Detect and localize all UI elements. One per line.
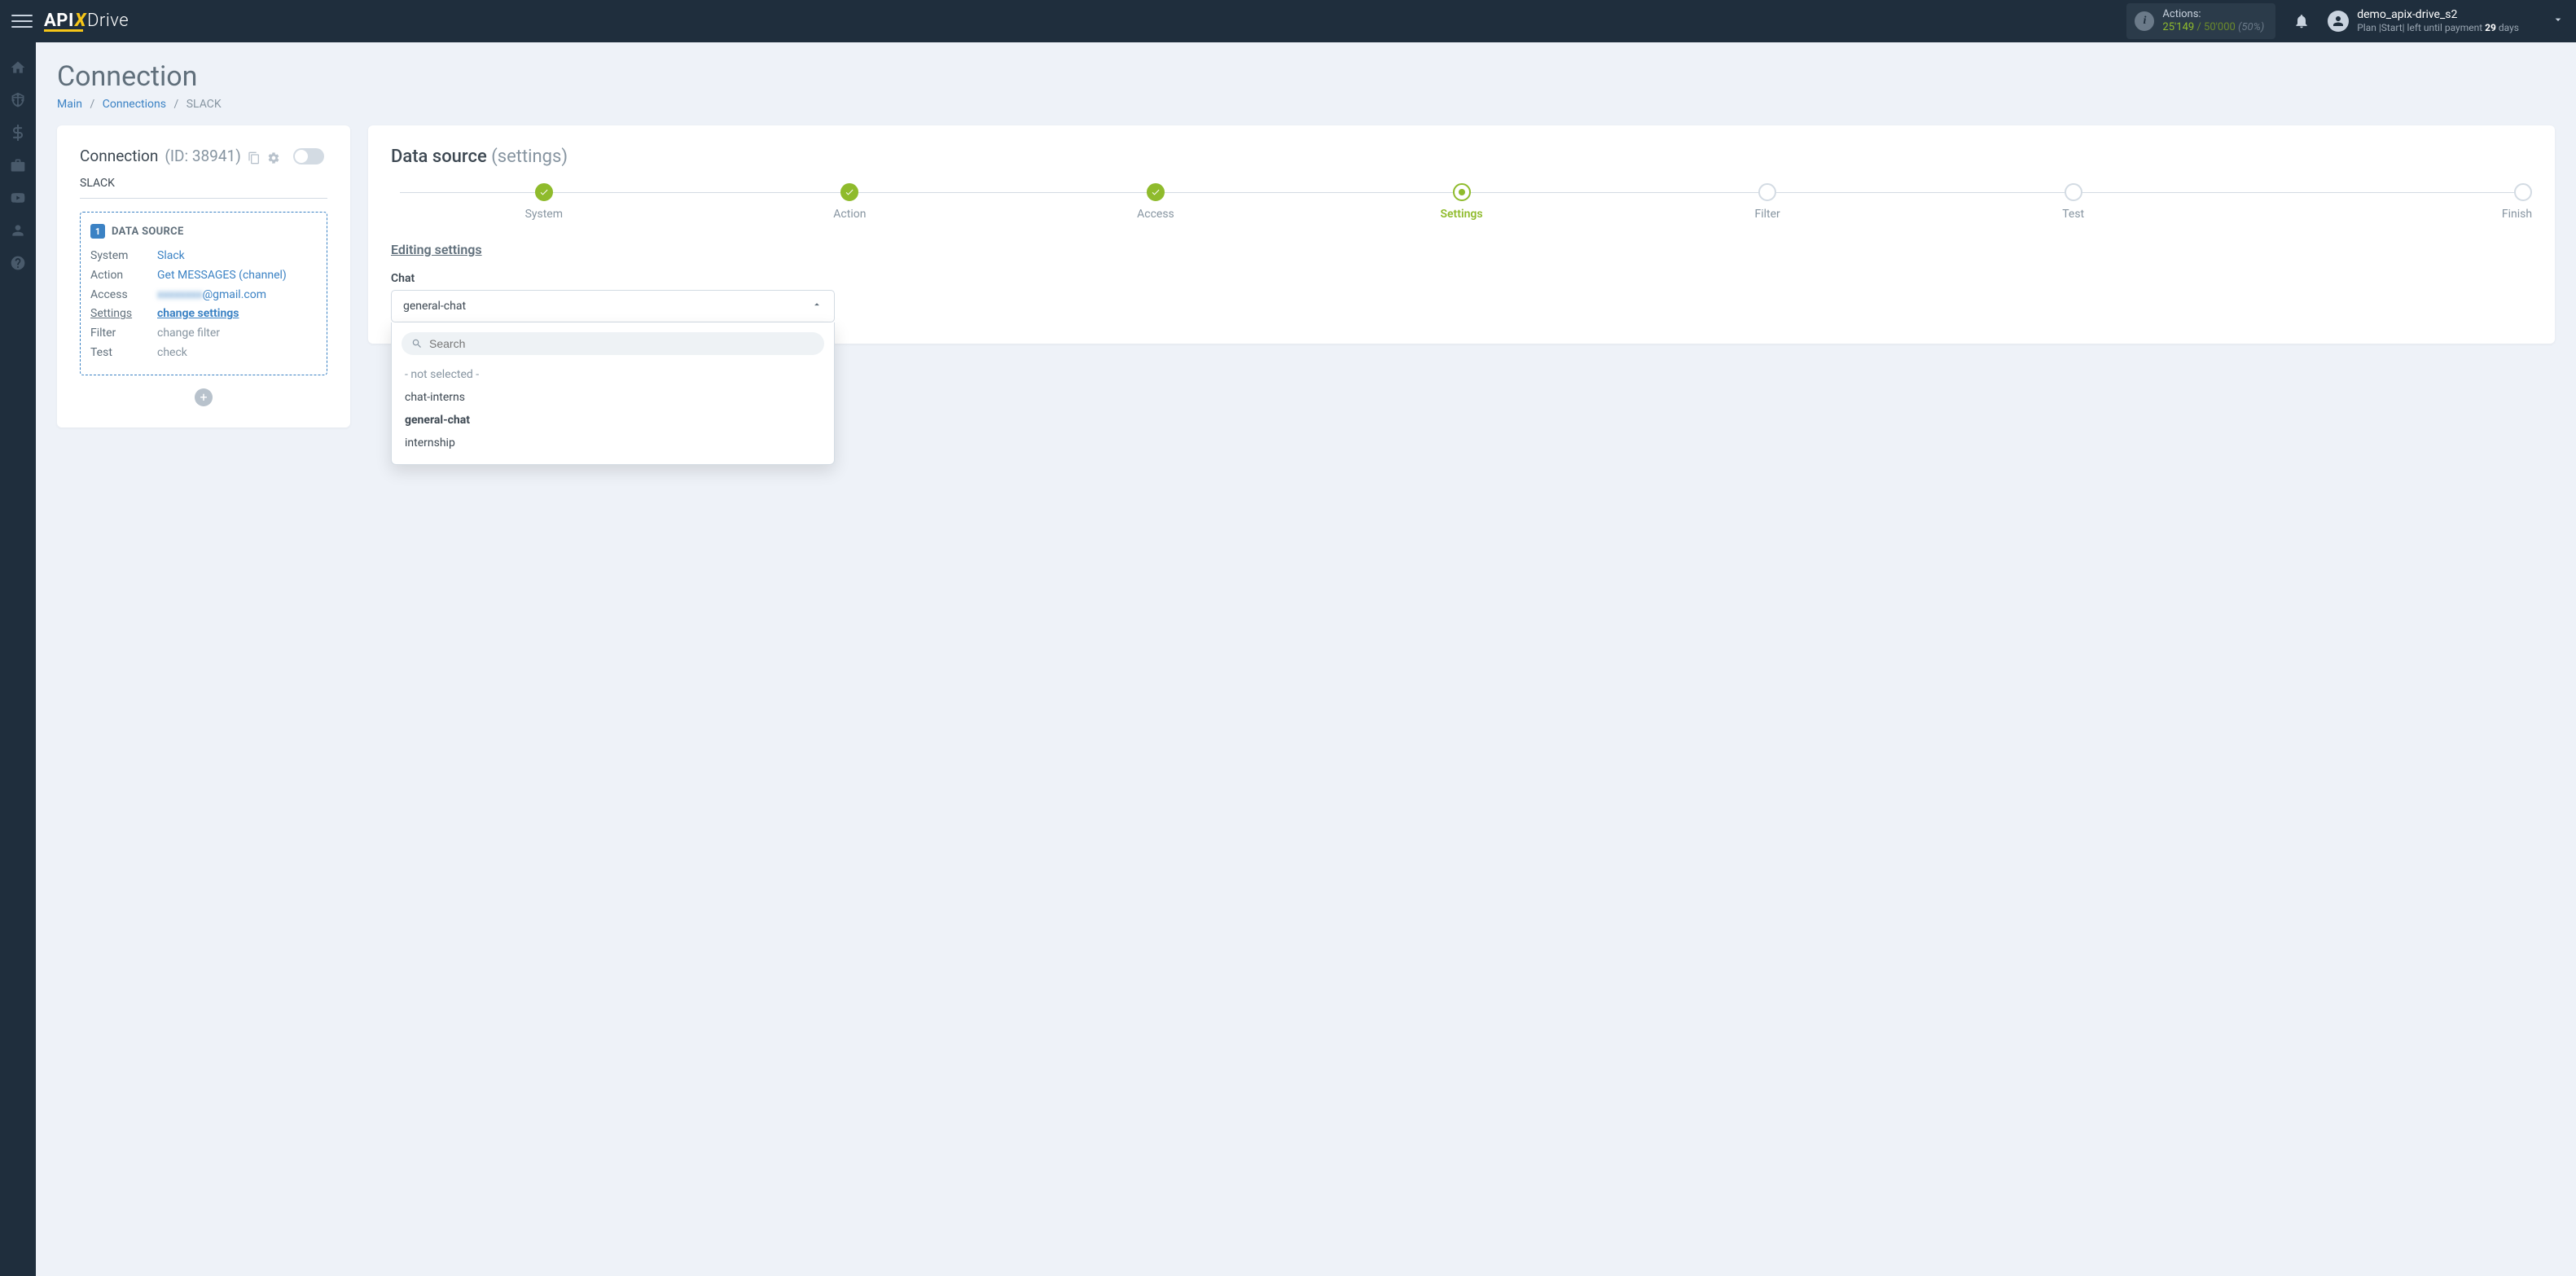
actions-counter[interactable]: i Actions: 25'149 / 50'000 (50%) bbox=[2126, 3, 2275, 38]
step-label: Settings bbox=[1309, 208, 1615, 221]
ds-action-link[interactable]: Get MESSAGES (channel) bbox=[157, 266, 287, 286]
settings-card: Data source (settings) SystemActionAcces… bbox=[368, 125, 2555, 344]
copy-icon[interactable] bbox=[248, 150, 261, 163]
stepper: SystemActionAccessSettingsFilterTestFini… bbox=[391, 183, 2532, 221]
step-label: System bbox=[391, 208, 697, 221]
connection-id: (ID: 38941) bbox=[165, 147, 240, 165]
chevron-down-icon[interactable] bbox=[2519, 13, 2565, 29]
dropdown-option[interactable]: internship bbox=[402, 432, 824, 454]
actions-label: Actions: bbox=[2162, 8, 2264, 21]
breadcrumb-main[interactable]: Main bbox=[57, 98, 82, 111]
page-title: Connection bbox=[57, 60, 2555, 93]
briefcase-icon[interactable] bbox=[9, 156, 27, 174]
breadcrumb-connections[interactable]: Connections bbox=[103, 98, 166, 111]
connections-icon[interactable] bbox=[9, 91, 27, 109]
plan-status: Plan |Start| left until payment 29 days bbox=[2357, 22, 2519, 35]
step-system[interactable]: System bbox=[391, 183, 697, 221]
add-button[interactable]: + bbox=[195, 388, 213, 406]
chat-select[interactable]: general-chat bbox=[391, 290, 835, 322]
data-source-badge: 1 bbox=[90, 224, 105, 239]
topbar: APIXDrive i Actions: 25'149 / 50'000 (50… bbox=[0, 0, 2576, 42]
dropdown-search-input[interactable] bbox=[429, 337, 814, 350]
data-source-box[interactable]: 1 DATA SOURCE SystemSlack ActionGet MESS… bbox=[80, 212, 327, 375]
step-action[interactable]: Action bbox=[697, 183, 1003, 221]
step-filter[interactable]: Filter bbox=[1614, 183, 1920, 221]
dropdown-option[interactable]: general-chat bbox=[402, 409, 824, 432]
step-label: Finish bbox=[2226, 208, 2532, 221]
info-icon: i bbox=[2135, 11, 2154, 31]
step-label: Access bbox=[1003, 208, 1309, 221]
username: demo_apix-drive_s2 bbox=[2357, 7, 2519, 22]
ds-filter-link[interactable]: change filter bbox=[157, 324, 220, 344]
breadcrumb-current: SLACK bbox=[187, 98, 222, 111]
settings-title: Data source bbox=[391, 147, 487, 167]
data-source-title: DATA SOURCE bbox=[112, 226, 184, 238]
breadcrumb: Main / Connections / SLACK bbox=[57, 98, 2555, 111]
sidebar bbox=[0, 42, 36, 1276]
menu-icon[interactable] bbox=[11, 11, 33, 32]
connection-name: SLACK bbox=[80, 177, 327, 199]
ds-system-link[interactable]: Slack bbox=[157, 247, 185, 266]
avatar-icon bbox=[2328, 11, 2349, 32]
youtube-icon[interactable] bbox=[9, 189, 27, 207]
chat-field-label: Chat bbox=[391, 272, 2532, 285]
step-access[interactable]: Access bbox=[1003, 183, 1309, 221]
step-settings[interactable]: Settings bbox=[1309, 183, 1615, 221]
step-label: Test bbox=[1920, 208, 2227, 221]
logo[interactable]: APIXDrive bbox=[44, 11, 129, 32]
dollar-icon[interactable] bbox=[9, 124, 27, 142]
step-finish[interactable]: Finish bbox=[2226, 183, 2532, 221]
step-label: Filter bbox=[1614, 208, 1920, 221]
main-content: Connection Main / Connections / SLACK Co… bbox=[36, 42, 2576, 1276]
chat-dropdown: - not selected -chat-internsgeneral-chat… bbox=[391, 322, 835, 465]
chat-select-value: general-chat bbox=[403, 300, 466, 313]
help-icon[interactable] bbox=[9, 254, 27, 272]
chevron-up-icon bbox=[811, 299, 823, 314]
connection-card-title: Connection bbox=[80, 147, 158, 165]
ds-test-link[interactable]: check bbox=[157, 344, 187, 363]
user-icon[interactable] bbox=[9, 221, 27, 239]
gear-icon[interactable] bbox=[267, 150, 280, 163]
ds-settings-link[interactable]: change settings bbox=[157, 305, 239, 324]
user-menu[interactable]: demo_apix-drive_s2 Plan |Start| left unt… bbox=[2328, 7, 2519, 35]
settings-subtitle: (settings) bbox=[491, 147, 568, 167]
connection-card: Connection (ID: 38941) SLACK 1 DATA SOUR… bbox=[57, 125, 350, 428]
dropdown-search[interactable] bbox=[402, 332, 824, 355]
step-test[interactable]: Test bbox=[1920, 183, 2227, 221]
bell-icon[interactable] bbox=[2293, 13, 2310, 29]
home-icon[interactable] bbox=[9, 59, 27, 77]
step-label: Action bbox=[697, 208, 1003, 221]
ds-access-link[interactable]: xxxxxxxx@gmail.com bbox=[157, 286, 266, 305]
dropdown-option[interactable]: - not selected - bbox=[402, 363, 824, 386]
section-title: Editing settings bbox=[391, 242, 2532, 257]
search-icon bbox=[411, 338, 423, 349]
connection-toggle[interactable] bbox=[293, 148, 324, 164]
dropdown-option[interactable]: chat-interns bbox=[402, 386, 824, 409]
